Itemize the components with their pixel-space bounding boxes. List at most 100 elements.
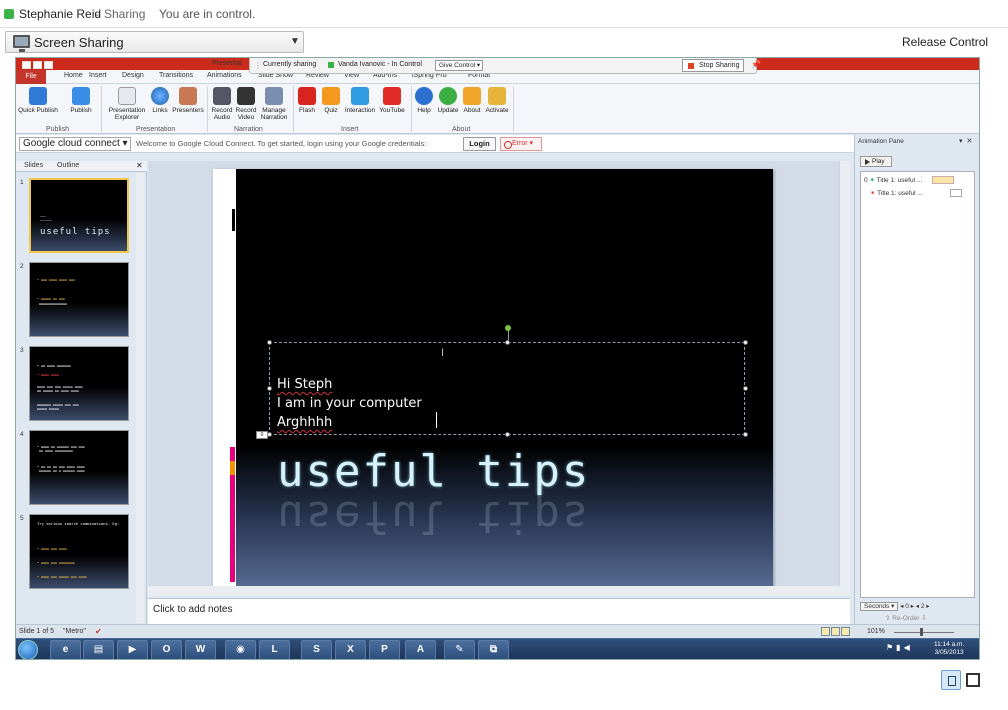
resize-handle[interactable] [267,386,272,391]
slide-thumbnail[interactable]: Try various search combinations. Eg: • ▬… [29,514,129,589]
remote-desktop-icon[interactable]: ⧉ [478,640,509,659]
slide-title[interactable]: useful tips [277,446,590,497]
tab-file[interactable]: File [16,70,46,84]
slide-thumbnail[interactable]: • ▬▬▬ ▬▬▬▬ ▬▬▬▬ ▬▬▬ • ▬▬▬▬▬ ▬▬ ▬▬▬ ▬▬▬▬▬… [29,262,129,337]
gcc-brand: Google cloud connect [23,138,120,149]
interaction-button[interactable]: Interaction [343,87,377,114]
flash-button[interactable]: Flash [296,87,318,114]
ispring-icon[interactable]: ✎ [444,640,475,659]
resize-handle[interactable] [505,432,510,437]
stop-sharing-button[interactable]: Stop Sharing [682,59,744,72]
timeline-units-dropdown[interactable]: Seconds ▾ [860,602,899,611]
tab-home[interactable]: Home [64,72,83,79]
flag-icon[interactable]: ⚑ [886,643,896,652]
presentation-explorer-button[interactable]: Presentation Explorer [105,87,149,121]
screen-sharing-dropdown[interactable]: Screen Sharing ▼ [5,31,304,53]
record-audio-button[interactable]: Record Audio [210,87,234,121]
quick-publish-button[interactable]: Quick Publish [18,87,58,114]
tab-design[interactable]: Design [122,72,144,79]
text-box-content[interactable]: Hi Steph I am in your computer Arghhhh [277,375,422,432]
tab-animations[interactable]: Animations [207,72,242,79]
presenters-button[interactable]: Presenters [172,87,204,114]
animation-pane-controls[interactable]: ▾✕ [959,137,976,145]
reorder-control[interactable]: ⇧ Re-Order ⇩ [885,614,927,622]
resize-handle[interactable] [505,340,510,345]
links-button[interactable]: Links [149,87,171,114]
publish-button[interactable]: Publish [68,87,94,114]
start-button[interactable] [18,640,38,659]
gcc-login-button[interactable]: Login [463,137,496,151]
tab-slides[interactable]: Slides [24,162,43,169]
close-icon[interactable]: ✕ [136,161,143,170]
chevron-down-icon[interactable]: ▾ [959,138,967,145]
help-button[interactable]: Help [414,87,434,114]
save-icon[interactable] [22,61,31,69]
shared-powerpoint-window[interactable]: –❐✕ Home Insert Design Transitions Anima… [15,57,980,660]
current-slide[interactable]: I Hi Steph I am in your computer Arghhhh… [213,169,773,589]
resize-handle[interactable] [743,432,748,437]
acrobat-icon[interactable]: A [405,640,436,659]
record-video-button[interactable]: Record Video [234,87,258,121]
slide-thumbnail[interactable]: ——— —————— useful tips [29,178,129,253]
proofing-icon[interactable]: ✔ [95,627,102,636]
lync-icon[interactable]: L [259,640,290,659]
zoom-slider-handle[interactable] [920,628,923,636]
slide-thumbnail[interactable]: • ▬▬ ▬▬▬▬ ▬▬▬▬▬▬▬ • ▬▬▬▬ ▬▬▬▬ ▬▬▬▬ ▬▬▬ ▬… [29,346,129,421]
canvas-vertical-scrollbar[interactable] [839,161,850,586]
clock[interactable]: 11:14 a.m. 3/05/2013 [934,641,964,657]
give-control-dropdown[interactable]: Give Control ▾ [435,60,483,71]
close-icon[interactable]: ✕ [967,138,977,145]
manage-narration-button[interactable]: Manage Narration [259,87,289,121]
slides-panel: Slides Outline ✕ 1 ——— —————— useful tip… [16,161,147,624]
tab-outline[interactable]: Outline [57,162,79,169]
timeline-controls[interactable]: Seconds ▾ ◂ 0 ▸ ◂ 2 ▸ [860,602,930,611]
update-button[interactable]: Update [436,87,460,114]
play-button[interactable]: Play [860,156,892,167]
activate-button[interactable]: Activate [483,87,511,114]
chrome-icon[interactable]: ◉ [225,640,256,659]
gcc-error-dropdown[interactable]: Error ▾ [500,137,542,151]
internet-explorer-icon[interactable]: e [50,640,81,659]
tab-transitions[interactable]: Transitions [159,72,193,79]
slide-sorter-icon[interactable] [831,627,840,636]
animation-item[interactable]: 0 ✦ Title 1: useful ... [864,176,922,184]
normal-view-icon[interactable] [821,627,830,636]
view-buttons[interactable] [821,627,861,637]
media-player-icon[interactable]: ▶ [117,640,148,659]
skype-icon[interactable]: S [301,640,332,659]
animation-item[interactable]: ✶ Title 1: useful ... [870,189,923,197]
redo-icon[interactable] [44,61,53,69]
quiz-button[interactable]: Quiz [320,87,342,114]
youtube-button[interactable]: YouTube [378,87,406,114]
google-cloud-connect-dropdown[interactable]: Google cloud connect ▾ [19,137,131,151]
reading-view-icon[interactable] [841,627,850,636]
file-explorer-icon[interactable]: ▤ [83,640,114,659]
resize-handle[interactable] [743,386,748,391]
animation-list: 0 ✦ Title 1: useful ... ✶ Title 1: usefu… [860,171,975,598]
full-screen-button[interactable] [966,673,980,687]
zoom-slider[interactable] [894,632,954,633]
volume-icon[interactable]: ◀ [904,643,913,652]
pin-icon[interactable]: 📌 [751,60,761,69]
powerpoint-icon[interactable]: P [369,640,400,659]
zoom-level[interactable]: 101% [867,628,885,635]
fit-to-window-button[interactable] [941,670,961,690]
rotate-handle[interactable] [505,325,511,331]
outlook-icon[interactable]: O [151,640,182,659]
canvas-horizontal-scrollbar[interactable] [148,586,850,596]
notes-pane[interactable]: Click to add notes [148,598,850,624]
slide-thumbnail[interactable]: • ▬▬▬▬ ▬▬ ▬▬▬▬▬▬ ▬▬▬ ▬▬▬ ▬▬ ▬▬▬▬ ▬▬▬▬▬▬▬… [29,430,129,505]
excel-icon[interactable]: X [335,640,366,659]
word-icon[interactable]: W [185,640,216,659]
theme-name: "Metro" [63,628,86,635]
about-button[interactable]: About [461,87,483,114]
network-icon[interactable]: ▮ [896,643,903,652]
resize-handle[interactable] [743,340,748,345]
release-control-button[interactable]: Release Control [902,35,988,49]
undo-icon[interactable] [33,61,42,69]
grip-icon[interactable]: ⋮ [254,61,262,70]
tab-insert[interactable]: Insert [89,72,107,79]
slides-scrollbar[interactable] [136,173,144,623]
resize-handle[interactable] [267,340,272,345]
system-tray[interactable]: ⚑▮◀ [886,643,913,652]
